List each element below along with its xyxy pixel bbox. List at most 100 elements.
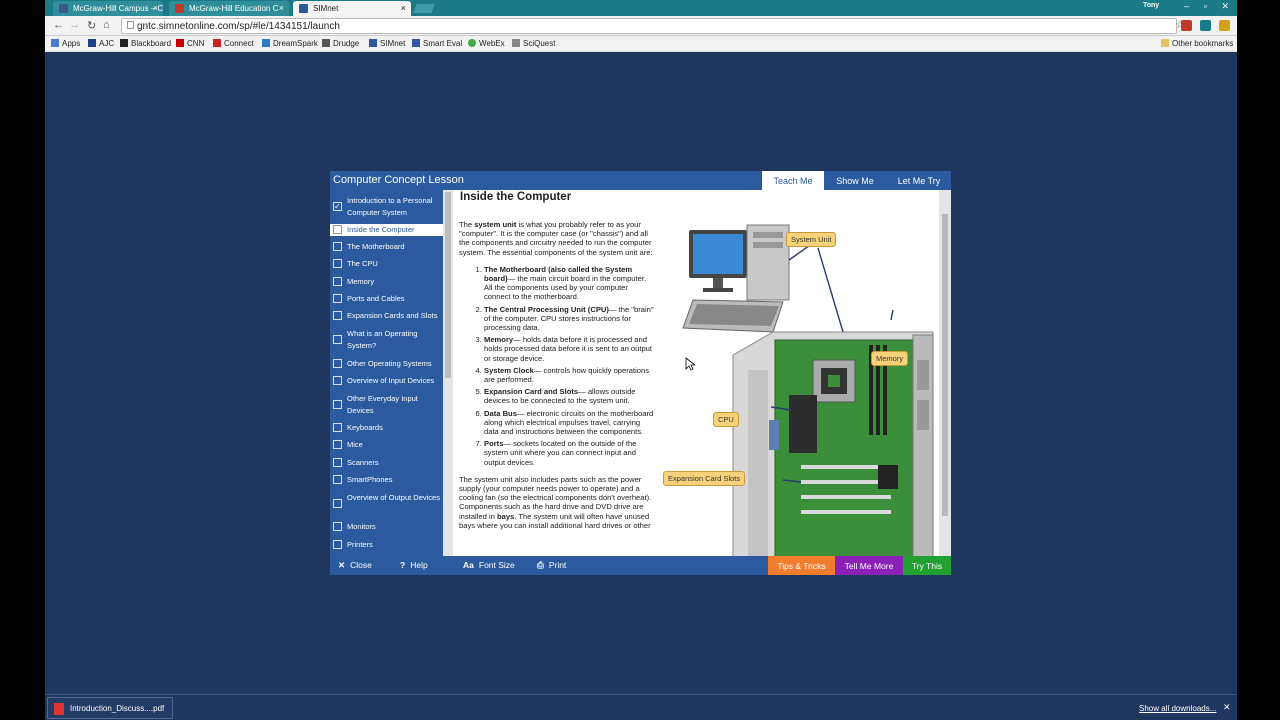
lesson-title: Computer Concept Lesson	[333, 174, 464, 186]
lesson-header: Computer Concept Lesson Teach Me Show Me…	[330, 171, 951, 190]
other-bookmarks[interactable]: Other bookmarks	[1161, 39, 1233, 48]
bookmark-webex[interactable]: WebEx	[468, 39, 505, 48]
close-downloads-icon[interactable]: ✕	[1223, 702, 1231, 713]
browser-tab-mcgraw-campus[interactable]: McGraw-Hill Campus – C ×	[53, 1, 163, 16]
topic-label: Scanners	[347, 458, 379, 467]
component-list-item: Ports— sockets located on the outside of…	[484, 439, 655, 467]
scrollbar-thumb[interactable]	[445, 192, 451, 378]
sidebar-topic-item[interactable]: Other Operating Systems	[330, 358, 443, 370]
download-item[interactable]: Introduction_Discuss....pdf	[47, 697, 173, 719]
browser-tab-mcgraw-education[interactable]: McGraw-Hill Education C ×	[169, 1, 289, 16]
sidebar-scrollbar[interactable]	[443, 190, 453, 556]
topic-label: Expansion Cards and Slots	[347, 311, 438, 320]
content-scrollbar[interactable]	[939, 190, 951, 556]
checkbox-icon	[333, 376, 342, 385]
keyboard-icon	[682, 299, 784, 333]
topic-label: Overview of Input Devices	[347, 376, 435, 385]
sidebar-topic-item[interactable]: The CPU	[330, 258, 443, 270]
callout-expansion-card-slots: Expansion Card Slots	[663, 471, 746, 486]
forward-arrow-icon[interactable]: →	[69, 19, 80, 31]
bookmark-smart-eval[interactable]: Smart Eval	[412, 39, 462, 48]
component-term: The Central Processing Unit (CPU)	[484, 304, 609, 314]
sidebar-topic-item[interactable]: Keyboards	[330, 422, 443, 434]
bookmark-simnet[interactable]: SIMnet	[369, 39, 405, 48]
tell-me-more-button[interactable]: Tell Me More	[835, 556, 903, 575]
tab-teach-me[interactable]: Teach Me	[762, 171, 824, 190]
tab-let-me-try[interactable]: Let Me Try	[888, 171, 950, 190]
connect-icon	[213, 39, 221, 47]
close-tab-icon[interactable]: ×	[153, 3, 158, 13]
sidebar-topic-item[interactable]: Monitors	[330, 521, 443, 533]
try-this-button[interactable]: Try This	[903, 556, 951, 575]
component-term: Data Bus	[484, 408, 517, 418]
bookmark-sciquest[interactable]: SciQuest	[512, 39, 555, 48]
topic-label: The Motherboard	[347, 242, 405, 251]
close-tab-icon[interactable]: ×	[401, 3, 406, 13]
checkbox-icon	[333, 400, 342, 409]
checkbox-icon	[333, 423, 342, 432]
topic-label: SmartPhones	[347, 475, 393, 484]
pointer-line	[890, 309, 894, 321]
bookmark-cnn[interactable]: CNN	[176, 39, 204, 48]
topic-label: Printers	[347, 540, 373, 549]
font-size-button[interactable]: Aa Font Size	[463, 560, 515, 570]
close-button[interactable]: ✕ Close	[338, 560, 372, 571]
tips-and-tricks-button[interactable]: Tips & Tricks	[768, 556, 835, 575]
sidebar-topic-item[interactable]: Other Everyday Input Devices	[330, 393, 443, 417]
profile-name[interactable]: Tony	[1143, 2, 1159, 9]
topic-label: Keyboards	[347, 423, 383, 432]
close-tab-icon[interactable]: ×	[279, 3, 284, 13]
checkbox-icon	[333, 277, 342, 286]
bookmark-drudge[interactable]: Drudge	[322, 39, 359, 48]
lesson-content: Inside the Computer The system unit is w…	[453, 190, 939, 556]
smart-eval-icon	[412, 39, 420, 47]
restore-icon[interactable]: ▫	[1204, 1, 1207, 11]
address-bar[interactable]: gntc.simnetonline.com/sp/#le/1434151/lau…	[121, 18, 1177, 34]
sidebar-topic-item[interactable]: Memory	[330, 276, 443, 288]
sidebar-topic-item[interactable]: Overview of Output Devices	[330, 492, 443, 516]
component-list-item: The Motherboard (also called the System …	[484, 265, 655, 302]
bookmark-dreamspark[interactable]: DreamSpark	[262, 39, 318, 48]
checkbox-icon	[333, 522, 342, 531]
close-window-icon[interactable]: ✕	[1221, 1, 1229, 12]
sidebar-topic-item[interactable]: Scanners	[330, 457, 443, 469]
show-all-downloads-link[interactable]: Show all downloads...	[1139, 704, 1216, 713]
sidebar-topic-item[interactable]: Expansion Cards and Slots	[330, 310, 443, 322]
checkbox-icon	[333, 359, 342, 368]
help-button[interactable]: ? Help	[400, 560, 428, 570]
new-tab-button[interactable]	[413, 4, 435, 13]
content-heading: Inside the Computer	[460, 191, 572, 203]
apps-icon	[51, 39, 59, 47]
menu-icon[interactable]	[1219, 20, 1230, 31]
sidebar-topic-item[interactable]: Ports and Cables	[330, 293, 443, 305]
cast-icon[interactable]	[1200, 20, 1211, 31]
checkbox-icon	[333, 458, 342, 467]
sidebar-topic-item[interactable]: The Motherboard	[330, 241, 443, 253]
window-controls: – ▫ ✕	[1172, 1, 1229, 12]
home-icon[interactable]: ⌂	[103, 19, 110, 31]
bookmark-ajc[interactable]: AJC	[88, 39, 114, 48]
sidebar-topic-item[interactable]: Mice	[330, 439, 443, 451]
tab-title: McGraw-Hill Education C	[189, 4, 279, 13]
bookmark-connect[interactable]: Connect	[213, 39, 254, 48]
browser-tab-simnet[interactable]: SIMnet ×	[293, 1, 411, 16]
tab-title: McGraw-Hill Campus – C	[73, 4, 163, 13]
bookmark-apps[interactable]: Apps	[51, 39, 80, 48]
sidebar-topic-item[interactable]: SmartPhones	[330, 474, 443, 486]
sidebar-topic-item[interactable]: Printers	[330, 539, 443, 551]
minimize-icon[interactable]: –	[1184, 1, 1189, 11]
bookmark-blackboard[interactable]: Blackboard	[120, 39, 171, 48]
sidebar-topic-item[interactable]: ✓ Introduction to a Personal Computer Sys…	[330, 195, 443, 219]
bookmark-label: CNN	[187, 39, 205, 48]
sidebar-topic-item[interactable]: Overview of Input Devices	[330, 375, 443, 387]
sidebar-topic-item[interactable]: Inside the Computer	[330, 224, 443, 236]
extension-icon[interactable]	[1181, 20, 1192, 31]
component-list-item: Data Bus— electronic circuits on the mot…	[484, 409, 655, 437]
sidebar-topic-item[interactable]: What is an Operating System?	[330, 328, 443, 352]
tab-show-me[interactable]: Show Me	[824, 171, 886, 190]
print-button[interactable]: ⎙ Print	[537, 560, 566, 571]
reload-icon[interactable]: ↻	[87, 19, 96, 32]
scrollbar-thumb[interactable]	[942, 214, 948, 516]
back-arrow-icon[interactable]: ←	[53, 19, 64, 31]
print-icon: ⎙	[537, 560, 544, 570]
